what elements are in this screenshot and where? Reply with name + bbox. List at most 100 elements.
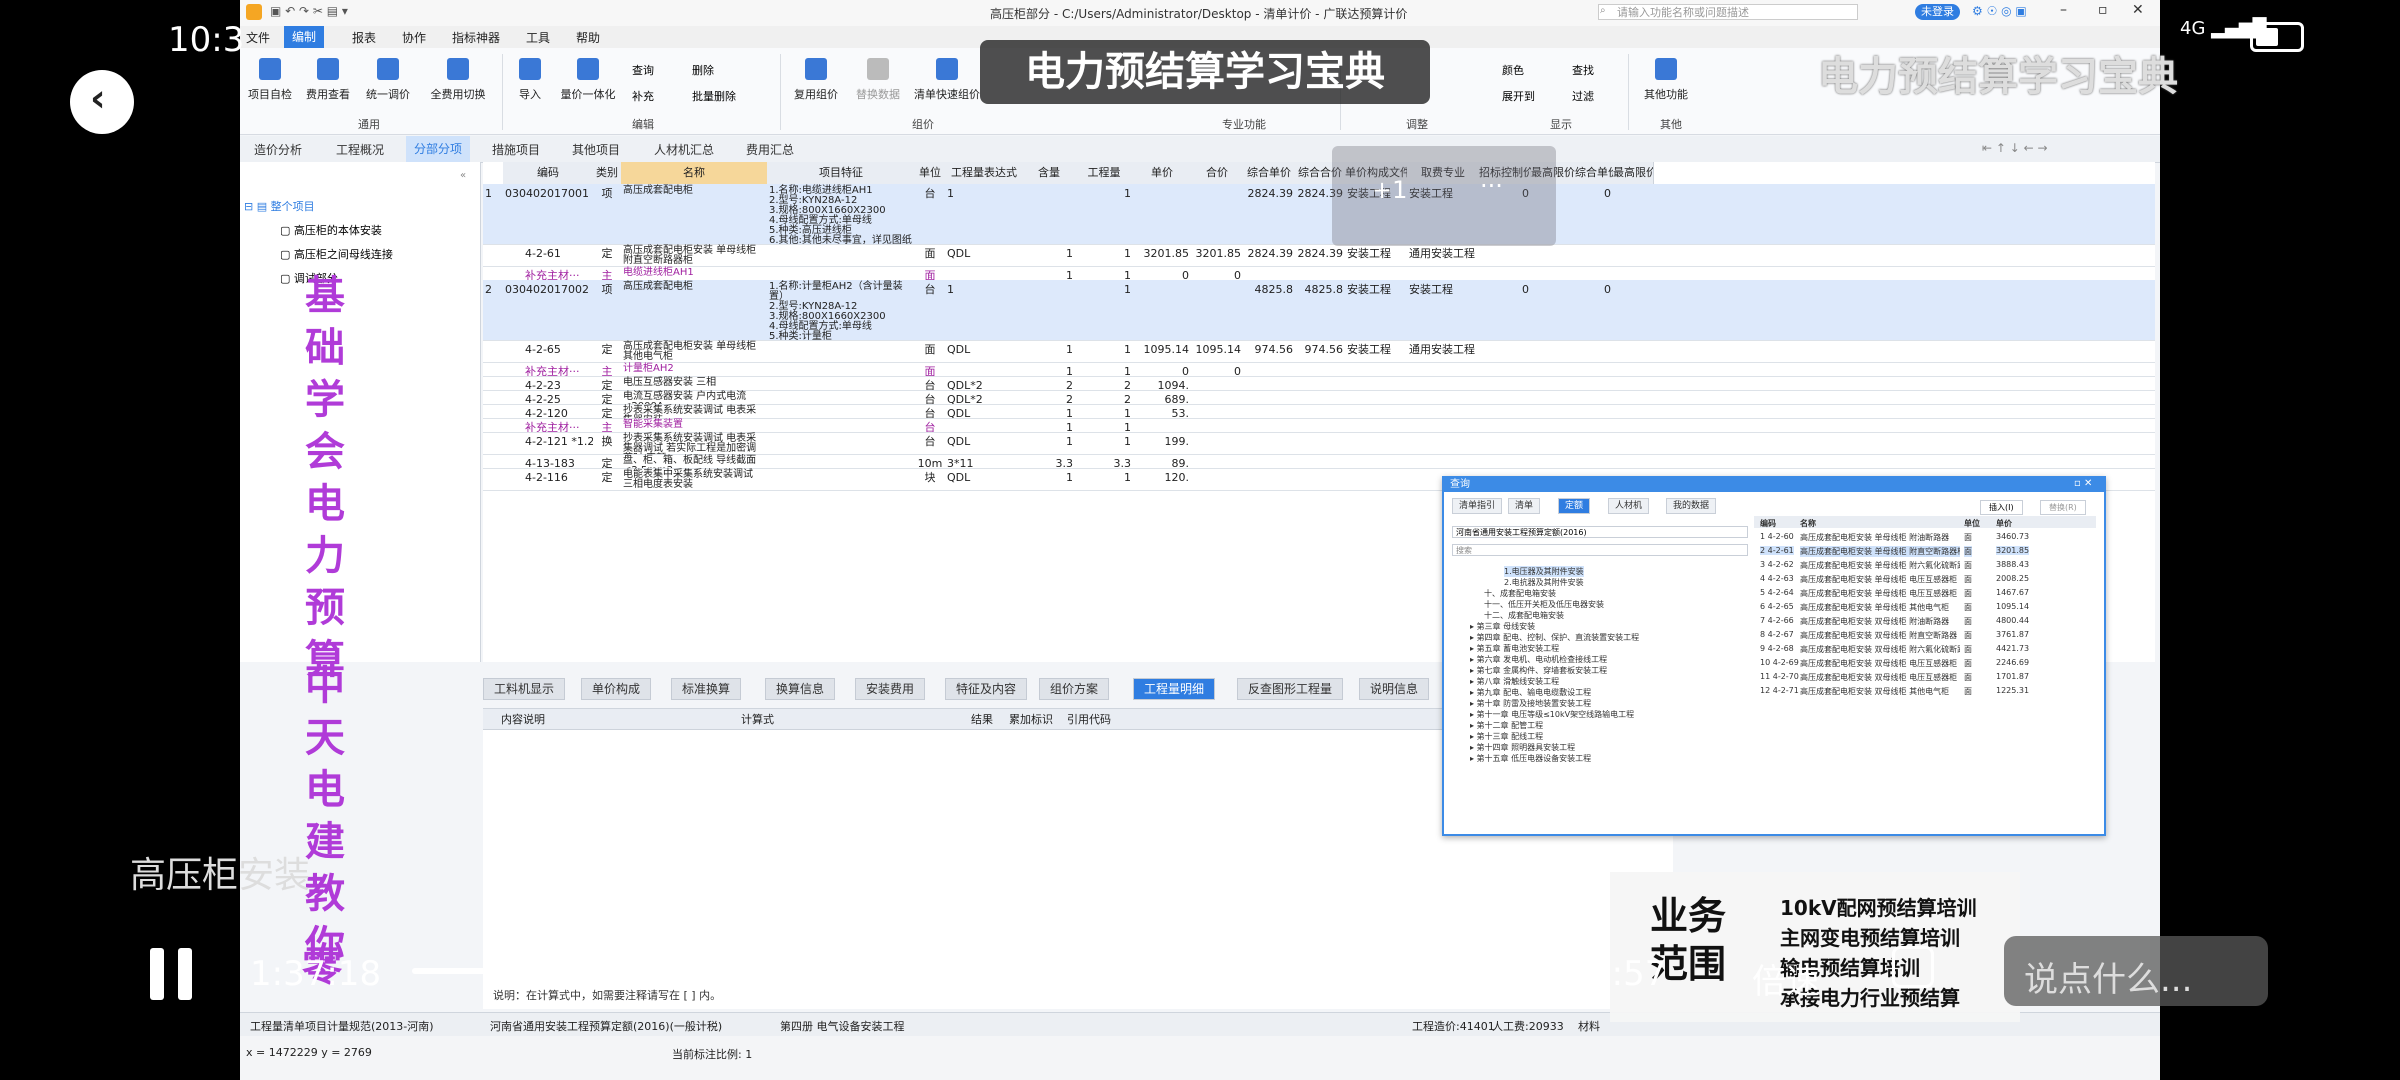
dialog-search-input[interactable]: 搜索 (1452, 544, 1748, 556)
quota-cell[interactable]: 面 (1964, 686, 1972, 697)
quota-cell[interactable]: 1 4-2-60 (1760, 532, 1794, 541)
grid-cell-expr[interactable]: QDL (945, 404, 1023, 418)
quota-cell[interactable]: 4800.44 (1996, 616, 2029, 625)
tab-items[interactable]: 分部分项 (406, 136, 471, 162)
grid-cell-qty[interactable]: 1 (1075, 362, 1133, 376)
grid-cell-code[interactable]: 030402017001 (503, 184, 593, 244)
grid-cell-utotal[interactable]: 2824.39 (1295, 244, 1345, 266)
dialog-tab[interactable]: 我的数据 (1666, 498, 1717, 514)
grid-cell-type[interactable]: 定 (593, 390, 621, 404)
search-input[interactable]: 请输入功能名称或问题描述 (1598, 4, 1858, 20)
quota-tree-item[interactable]: ▸ 第十一章 电压等级≤10kV架空线路输电工程 (1470, 709, 1634, 720)
grid-cell-qty[interactable]: 1 (1075, 266, 1133, 280)
grid-cell-feature[interactable]: 1.名称:电缆进线柜AH1 2.型号:KYN28A-12 3.规格:800X16… (767, 184, 915, 245)
grid-cell-content[interactable]: 2 (1023, 390, 1075, 404)
table-row[interactable]: 4-2-23 定电压互感器安装 三相台 QDL*2 2 2 1094. (483, 376, 2155, 391)
fee-view-button[interactable]: 费用查看 (302, 56, 354, 116)
grid-cell-maxu[interactable]: 0 (1531, 280, 1613, 340)
quota-cell[interactable]: 高压成套配电柜安装 双母线柜 电压互感器柜 (1800, 672, 1960, 683)
grid-cell-content[interactable]: 1 (1023, 404, 1075, 418)
quota-cell[interactable]: 高压成套配电柜安装 单母线柜 附六氟化硫断路器 (1800, 560, 1960, 571)
grid-cell-price[interactable]: 3201.85 (1133, 244, 1191, 266)
grid-cell-expr[interactable]: QDL (945, 244, 1023, 266)
insert-button[interactable]: 插入(I) (1980, 500, 2023, 515)
grid-cell-file[interactable]: 安装工程 (1345, 280, 1407, 340)
grid-cell-code[interactable]: 补充主材··· (503, 266, 593, 280)
library-select[interactable]: 河南省通用安装工程预算定额(2016) (1452, 526, 1748, 538)
quota-cell[interactable]: 3888.43 (1996, 560, 2029, 569)
table-row[interactable]: 4-2-61 定高压成套配电柜安装 单母线柜 附直空断路器柜面 QDL 1 1 3201.… (483, 244, 2155, 267)
delete-button[interactable]: 删除 (692, 62, 714, 78)
quota-cell[interactable]: 2008.25 (1996, 574, 2029, 583)
menu-report[interactable]: 报表 (352, 29, 376, 46)
grid-cell-unit[interactable]: 台 (915, 184, 945, 244)
grid-cell-qty[interactable]: 2 (1075, 390, 1133, 404)
grid-cell-feature[interactable]: 1.名称:计量柜AH2（含计量装置） 2.型号:KYN28A-12 3.规格:8… (767, 280, 915, 341)
grid-col-header[interactable]: 综合单价 (1243, 162, 1296, 185)
grid-cell-price[interactable]: 199. (1133, 432, 1191, 454)
progress-knob[interactable] (1136, 959, 1160, 983)
grid-cell-name[interactable]: 高压成套配电柜安装 单母线柜 附直空断路器柜 (621, 244, 767, 266)
grid-cell-qty[interactable]: 1 (1075, 418, 1133, 432)
table-row[interactable]: 4-2-65 定高压成套配电柜安装 单母线柜 其他电气柜面 QDL 1 1 1095.14… (483, 340, 2155, 363)
batch-delete-button[interactable]: 批量删除 (692, 88, 736, 104)
collapse-icon[interactable]: « (460, 170, 466, 181)
supplement-button[interactable]: 补充 (632, 88, 654, 104)
quota-cell[interactable]: 7 4-2-66 (1760, 616, 1794, 625)
find-button[interactable]: 查找 (1572, 62, 1594, 78)
quota-tree-item[interactable]: 1.电压器及其附件安装 (1504, 566, 1584, 577)
quota-cell[interactable]: 10 4-2-69 (1760, 658, 1799, 667)
quota-cell[interactable]: 面 (1964, 588, 1972, 599)
login-button[interactable]: 未登录 (1915, 4, 1960, 20)
grid-cell-qty[interactable]: 1 (1075, 340, 1133, 362)
quota-tree-item[interactable]: ▸ 第七章 金属构件、穿墙套板安装工程 (1470, 665, 1607, 676)
quota-tree-item[interactable]: 十二、成套配电箱安装 (1484, 610, 1564, 621)
grid-cell-content[interactable]: 2 (1023, 376, 1075, 390)
menu-indicator[interactable]: 指标神器 (452, 29, 500, 46)
quota-cell[interactable]: 1095.14 (1996, 602, 2029, 611)
detail-tab[interactable]: 组价方案 (1039, 678, 1110, 700)
full-fee-switch-button[interactable]: 全费用切换 (426, 56, 490, 116)
grid-cell-expr[interactable]: 1 (945, 184, 1023, 244)
grid-cell-price[interactable]: 120. (1133, 468, 1191, 490)
color-button[interactable]: 颜色 (1502, 62, 1524, 78)
grid-cell-unit[interactable]: 面 (915, 244, 945, 266)
grid-cell-uprice[interactable]: 2824.39 (1243, 244, 1295, 266)
detail-tab[interactable]: 安装费用 (855, 678, 926, 700)
tree-item[interactable]: ▢ 高压柜的本体安装 (280, 222, 382, 238)
table-row[interactable]: 4-2-25定电流互感器安装 户内式电流≤2000A台QDL*222689. (483, 390, 2155, 405)
menu-edit[interactable]: 编制 (284, 26, 325, 48)
quota-cell[interactable]: 高压成套配电柜安装 双母线柜 电压互感器柜 (1800, 658, 1960, 669)
quota-tree-item[interactable]: ▸ 第四章 配电、控制、保护、直流装置安装工程 (1470, 632, 1639, 643)
grid-cell-content[interactable]: 1 (1023, 432, 1075, 454)
grid-cell-code[interactable]: 4-2-116 (503, 468, 593, 490)
grid-cell-utotal[interactable]: 974.56 (1295, 340, 1345, 362)
grid-cell-type[interactable]: 换 (593, 432, 621, 454)
grid-cell-spec[interactable]: 通用安装工程 (1407, 244, 1479, 266)
menu-tools[interactable]: 工具 (526, 29, 550, 46)
grid-cell-content[interactable]: 1 (1023, 418, 1075, 432)
project-check-button[interactable]: 项目自检 (244, 56, 296, 116)
grid-cell-expr[interactable]: QDL*2 (945, 376, 1023, 390)
quota-tree-item[interactable]: ▸ 第六章 发电机、电动机检查接线工程 (1470, 654, 1607, 665)
quota-cell[interactable]: 8 4-2-67 (1760, 630, 1794, 639)
grid-cell-qty[interactable]: 1 (1075, 404, 1133, 418)
quota-tree-item[interactable]: 2.电抗器及其附件安装 (1504, 577, 1584, 588)
quota-tree-item[interactable]: ▸ 第十五章 低压电器设备安装工程 (1470, 753, 1591, 764)
detail-tab[interactable]: 单价构成 (581, 678, 652, 700)
quota-tree-item[interactable]: 十、成套配电箱安装 (1484, 588, 1556, 599)
import-button[interactable]: 导入 (508, 56, 552, 116)
grid-cell-code[interactable]: 030402017002 (503, 280, 593, 340)
comment-input[interactable]: 说点什么... (2004, 936, 2268, 1006)
grid-cell-unit[interactable]: 台 (915, 432, 945, 454)
quota-cell[interactable]: 2 4-2-61 (1760, 546, 1794, 555)
grid-cell-type[interactable]: 主 (593, 362, 621, 376)
grid-cell-uprice[interactable]: 974.56 (1243, 340, 1295, 362)
grid-cell-ctrl[interactable]: 0 (1479, 280, 1531, 340)
quota-col-header[interactable]: 单价 (1996, 518, 2012, 529)
quota-cell[interactable]: 2246.69 (1996, 658, 2029, 667)
quota-cell[interactable]: 面 (1964, 616, 1972, 627)
quota-tree-item[interactable]: ▸ 第八章 滑触线安装工程 (1470, 676, 1559, 687)
quota-tree-item[interactable]: ▸ 第九章 配电、输电电缆敷设工程 (1470, 687, 1591, 698)
grid-cell-qty[interactable]: 3.3 (1075, 454, 1133, 468)
